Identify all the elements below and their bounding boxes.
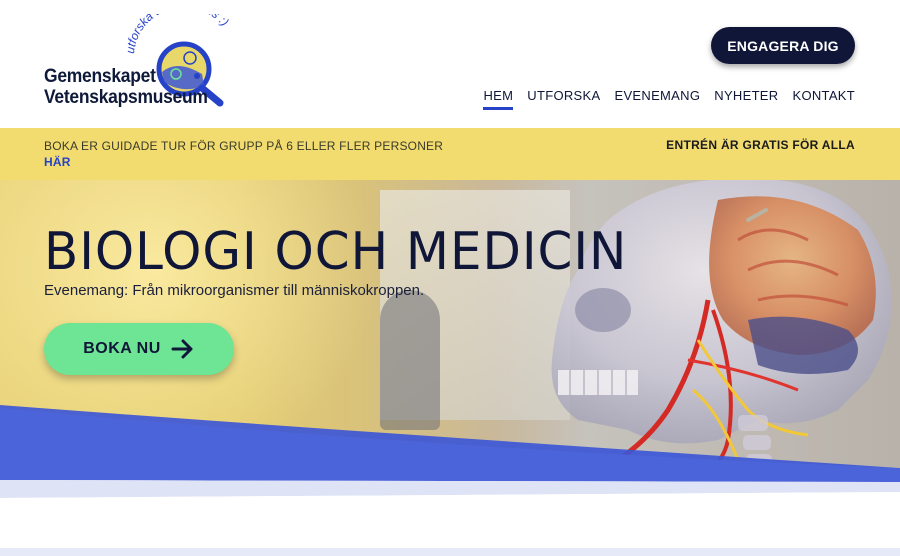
arrow-right-icon [171, 339, 193, 359]
nav-item-utforska[interactable]: UTFORSKA [527, 88, 600, 109]
logo-wordmark: Gemenskapet Vetenskapsmuseum [44, 66, 208, 108]
book-now-label: BOKA NU [83, 340, 161, 357]
site-header: utforska tillsammans :) Gemenskapet Vete… [0, 0, 900, 128]
nav-item-evenemang[interactable]: EVENEMANG [614, 88, 700, 109]
group-tour-text: BOKA ER GUIDADE TUR FÖR GRUPP PÅ 6 ELLER… [44, 139, 444, 153]
nav-item-hem[interactable]: HEM [483, 88, 514, 110]
group-tour-link[interactable]: HÄR [44, 154, 443, 170]
site-logo[interactable]: utforska tillsammans :) Gemenskapet Vete… [42, 14, 242, 114]
free-entry-notice: ENTRÉN ÄR GRATIS FÖR ALLA [666, 138, 855, 152]
section-divider [0, 548, 900, 556]
logo-name-line2: Vetenskapsmuseum [44, 87, 208, 108]
info-bar: BOKA ER GUIDADE TUR FÖR GRUPP PÅ 6 ELLER… [0, 128, 900, 180]
group-tour-notice: BOKA ER GUIDADE TUR FÖR GRUPP PÅ 6 ELLER… [44, 138, 443, 170]
hero-subtitle: Evenemang: Från mikroorganismer till män… [44, 282, 425, 299]
logo-name-line1: Gemenskapet [44, 66, 156, 87]
hero-wave-divider [0, 405, 900, 520]
main-nav: HEM UTFORSKA EVENEMANG NYHETER KONTAKT [469, 88, 855, 110]
nav-item-kontakt[interactable]: KONTAKT [792, 88, 855, 109]
nav-item-nyheter[interactable]: NYHETER [714, 88, 778, 109]
book-now-button[interactable]: BOKA NU [44, 323, 234, 375]
engage-button[interactable]: ENGAGERA DIG [711, 27, 855, 64]
hero-title: BIOLOGI OCH MEDICIN [44, 222, 628, 282]
